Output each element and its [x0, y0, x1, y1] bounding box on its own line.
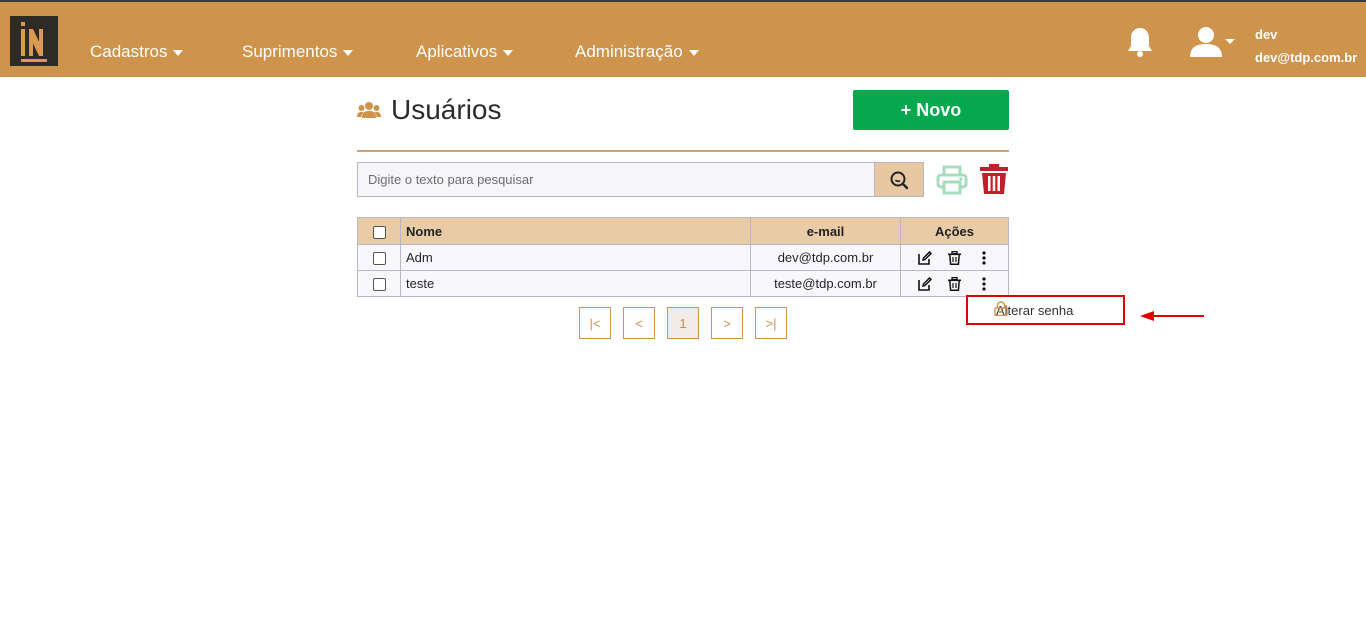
logo-icon[interactable] [10, 16, 58, 66]
trash-icon[interactable] [980, 163, 1008, 195]
users-icon [357, 102, 381, 118]
user-name: dev [1255, 27, 1278, 42]
nav-suprimentos[interactable]: Suprimentos [242, 42, 354, 62]
nav-suprimentos-label: Suprimentos [242, 42, 338, 61]
nav-administracao-label: Administração [575, 42, 683, 61]
kebab-icon[interactable] [976, 276, 992, 292]
header-select-all [357, 217, 401, 245]
next-page-button[interactable]: > [711, 307, 743, 339]
table-row[interactable]: teste teste@tdp.com.br [357, 270, 1009, 297]
search-icon [890, 171, 909, 189]
kebab-icon[interactable] [976, 250, 992, 266]
last-page-button[interactable]: >| [755, 307, 787, 339]
header-email[interactable]: e-mail [750, 217, 901, 245]
row-actions [900, 244, 1009, 271]
user-icon[interactable] [1189, 25, 1223, 59]
row-checkbox[interactable] [372, 278, 386, 292]
nav-cadastros[interactable]: Cadastros [90, 42, 184, 62]
nav-aplicativos[interactable]: Aplicativos [416, 42, 514, 62]
top-navbar: Cadastros Suprimentos Aplicativos Admini… [0, 0, 1366, 77]
delete-icon[interactable] [947, 276, 963, 292]
current-page-button[interactable]: 1 [667, 307, 699, 339]
chevron-down-icon [173, 49, 184, 56]
row-name: Adm [400, 244, 751, 271]
print-icon[interactable] [936, 164, 968, 196]
users-table: Nome e-mail Ações Adm dev@tdp.com.br tes… [357, 217, 1009, 297]
arrow-icon [1140, 311, 1204, 321]
table-header-row: Nome e-mail Ações [357, 217, 1009, 245]
lock-icon [994, 301, 1008, 316]
chevron-down-icon [688, 49, 699, 56]
change-password-item[interactable]: Alterar senha [968, 297, 1123, 323]
chevron-down-icon [503, 49, 514, 56]
prev-page-button[interactable]: < [623, 307, 655, 339]
bell-icon[interactable] [1127, 26, 1153, 58]
edit-icon[interactable] [917, 250, 933, 266]
nav-cadastros-label: Cadastros [90, 42, 168, 61]
new-button[interactable]: + Novo [853, 90, 1009, 130]
nav-aplicativos-label: Aplicativos [416, 42, 498, 61]
header-actions: Ações [900, 217, 1009, 245]
row-email: dev@tdp.com.br [750, 244, 901, 271]
row-check-cell [357, 244, 401, 271]
row-actions-dropdown: Alterar senha [966, 295, 1125, 325]
header-name[interactable]: Nome [400, 217, 751, 245]
row-actions [900, 270, 1009, 297]
search-button[interactable] [874, 162, 924, 197]
edit-icon[interactable] [917, 276, 933, 292]
table-row[interactable]: Adm dev@tdp.com.br [357, 244, 1009, 271]
first-page-button[interactable]: |< [579, 307, 611, 339]
user-menu-chevron-icon[interactable] [1225, 39, 1235, 44]
header-divider [357, 150, 1009, 152]
page-title: Usuários [391, 94, 502, 125]
row-name: teste [400, 270, 751, 297]
chevron-down-icon [343, 49, 354, 56]
user-email: dev@tdp.com.br [1255, 50, 1358, 65]
row-email: teste@tdp.com.br [750, 270, 901, 297]
row-checkbox[interactable] [372, 252, 386, 266]
select-all-checkbox[interactable] [372, 225, 386, 239]
delete-icon[interactable] [947, 250, 963, 266]
nav-administracao[interactable]: Administração [575, 42, 699, 62]
search-input[interactable] [357, 162, 874, 197]
row-check-cell [357, 270, 401, 297]
